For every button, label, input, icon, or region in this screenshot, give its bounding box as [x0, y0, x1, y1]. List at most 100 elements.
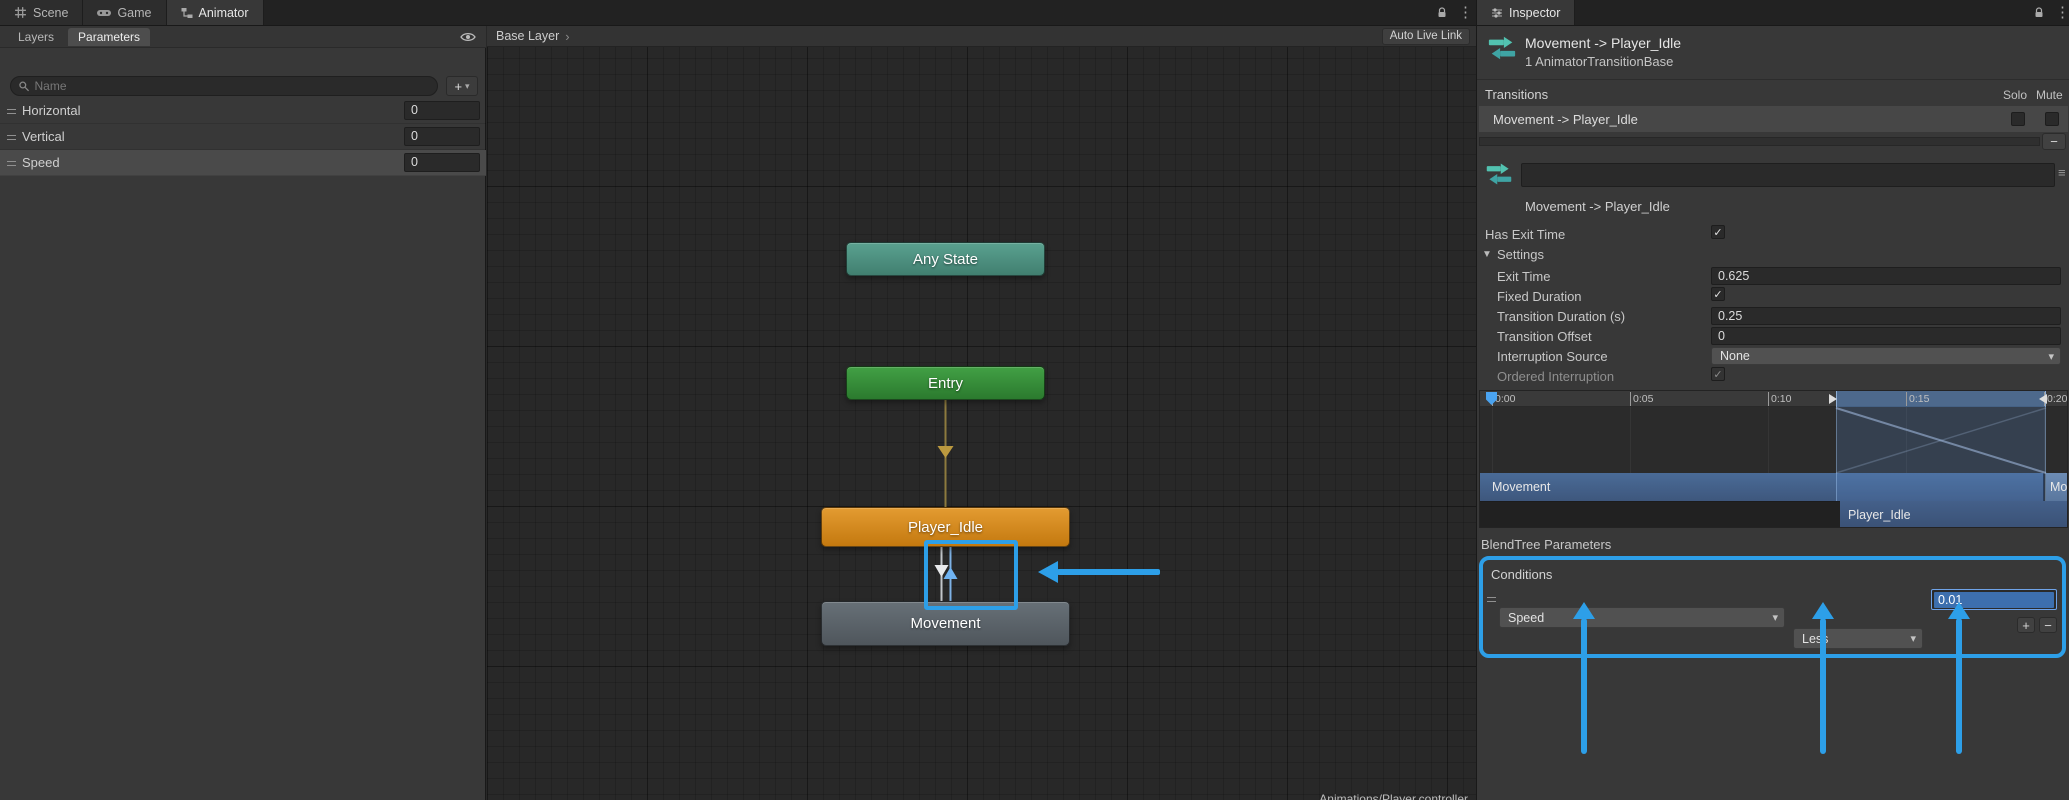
left-panel: Layers Parameters +▾ Horizontal 0 Vertic…: [0, 26, 486, 800]
annotation-rectangle: [924, 540, 1018, 610]
exit-time-label: Exit Time: [1497, 269, 1550, 284]
animator-graph[interactable]: Base Layer › Auto Live Link Any State En…: [487, 26, 1476, 800]
tab-layers[interactable]: Layers: [8, 28, 64, 46]
solo-label: Solo: [2003, 88, 2027, 102]
interruption-source-label: Interruption Source: [1497, 349, 1608, 364]
menu-icon[interactable]: ⋮: [1458, 4, 1473, 22]
tab-game[interactable]: Game: [83, 0, 166, 25]
ordered-interruption-checkbox: ✓: [1711, 367, 1725, 381]
add-parameter-button[interactable]: +▾: [446, 76, 478, 96]
inspector-subtitle: 1 AnimatorTransitionBase: [1525, 54, 1673, 69]
parameter-row-speed[interactable]: Speed 0: [0, 150, 486, 176]
transition-end-marker[interactable]: [2039, 394, 2047, 404]
search-icon: [18, 80, 30, 92]
transition-list-item[interactable]: Movement -> Player_Idle: [1479, 106, 2068, 132]
preset-icon[interactable]: ≡: [2058, 165, 2066, 180]
fixed-duration-checkbox[interactable]: ✓: [1711, 287, 1725, 301]
transition-region[interactable]: [1836, 407, 2046, 501]
annotation-arrow-shaft: [1581, 618, 1587, 754]
eye-icon[interactable]: [460, 31, 476, 46]
annotation-arrow-left-icon: [1038, 561, 1058, 583]
parameter-name: Vertical: [22, 129, 65, 144]
transition-start-marker[interactable]: [1829, 394, 1837, 404]
tick-label: 0:05: [1633, 393, 1653, 405]
ordered-interruption-label: Ordered Interruption: [1497, 369, 1614, 384]
tab-parameters[interactable]: Parameters: [68, 28, 150, 46]
transition-list-item-label: Movement -> Player_Idle: [1493, 112, 1638, 127]
annotation-arrow-shaft: [1057, 569, 1160, 575]
parameter-row-horizontal[interactable]: Horizontal 0: [0, 98, 486, 124]
parameter-search: [10, 76, 438, 96]
tab-animator[interactable]: Animator: [167, 0, 264, 25]
chevron-down-icon: ▾: [465, 81, 470, 92]
left-panel-tab-bar: Layers Parameters: [0, 26, 486, 48]
check-icon: ✓: [1713, 226, 1722, 239]
annotation-arrow-up-icon: [1948, 602, 1970, 619]
lock-icon[interactable]: [1436, 7, 1448, 22]
transition-duration-field[interactable]: 0.25: [1711, 307, 2061, 325]
annotation-arrow-up-icon: [1812, 602, 1834, 619]
settings-label[interactable]: Settings: [1497, 247, 1544, 262]
transition-icon: [1485, 160, 1513, 191]
mute-checkbox[interactable]: [2045, 112, 2059, 126]
has-exit-time-label: Has Exit Time: [1485, 227, 1565, 242]
parameter-row-vertical[interactable]: Vertical 0: [0, 124, 486, 150]
exit-time-field[interactable]: 0.625: [1711, 267, 2061, 285]
interruption-source-dropdown[interactable]: None ▾: [1711, 347, 2061, 365]
node-any-state[interactable]: Any State: [846, 242, 1045, 276]
transition-name-field[interactable]: [1521, 163, 2055, 187]
inspector-tab-bar: Inspector ⋮: [1477, 0, 2069, 26]
interruption-source-value: None: [1720, 349, 1750, 363]
remove-transition-button[interactable]: −: [2042, 133, 2066, 150]
tab-scene-label: Scene: [33, 6, 68, 20]
parameter-value-field[interactable]: 0: [404, 101, 480, 120]
inspector-title: Movement -> Player_Idle: [1525, 35, 1681, 51]
check-icon: ✓: [1713, 368, 1722, 381]
controller-path: Animations/Player.controller: [1319, 792, 1468, 800]
blendtree-parameters-label: BlendTree Parameters: [1481, 537, 1611, 552]
lock-icon[interactable]: [2033, 7, 2045, 22]
inspector-icon: [1491, 7, 1503, 19]
tab-inspector[interactable]: Inspector: [1477, 0, 1575, 25]
scene-icon: [14, 6, 27, 19]
fixed-duration-label: Fixed Duration: [1497, 289, 1582, 304]
solo-checkbox[interactable]: [2011, 112, 2025, 126]
transition-timeline[interactable]: Movement Mov Player_Idle 0:00 0:05 0:10 …: [1479, 390, 2068, 528]
transition-region-ruler[interactable]: [1836, 391, 2046, 407]
tab-scene[interactable]: Scene: [0, 0, 83, 25]
unity-editor-window: Scene Game Animator ⋮ Layers Parameters: [0, 0, 2069, 800]
has-exit-time-checkbox[interactable]: ✓: [1711, 225, 1725, 239]
tick-label: 0:20: [2047, 393, 2067, 405]
transition-detail-title: Movement -> Player_Idle: [1525, 199, 1670, 214]
transitions-section-label: Transitions: [1485, 87, 1548, 102]
annotation-arrow-up-icon: [1573, 602, 1595, 619]
animator-icon: [181, 7, 193, 19]
parameter-name: Speed: [22, 155, 60, 170]
tab-inspector-label: Inspector: [1509, 6, 1560, 20]
tick-label: 0:10: [1771, 393, 1791, 405]
transition-icon: [1487, 33, 1517, 66]
list-footer-strip: [1479, 137, 2040, 146]
chevron-down-icon: ▾: [2048, 350, 2054, 363]
menu-icon[interactable]: ⋮: [2055, 4, 2069, 22]
parameter-name: Horizontal: [22, 103, 81, 118]
annotation-arrow-shaft: [1820, 618, 1826, 754]
mute-label: Mute: [2036, 88, 2063, 102]
tab-animator-label: Animator: [199, 6, 249, 20]
transition-duration-label: Transition Duration (s): [1497, 309, 1625, 324]
settings-foldout-icon[interactable]: ▼: [1482, 249, 1492, 260]
tick-label: 0:15: [1909, 393, 1929, 405]
search-input[interactable]: [35, 79, 430, 93]
parameter-value-field[interactable]: 0: [404, 153, 480, 172]
inspector-panel: Inspector ⋮ Movement -> Player_Idle 1 An…: [1476, 0, 2069, 800]
divider: [1477, 79, 2069, 80]
transition-offset-label: Transition Offset: [1497, 329, 1592, 344]
tick-label: 0:00: [1495, 393, 1515, 405]
tab-game-label: Game: [117, 6, 151, 20]
parameter-value-field[interactable]: 0: [404, 127, 480, 146]
transition-offset-field[interactable]: 0: [1711, 327, 2061, 345]
main-tab-bar: Scene Game Animator ⋮: [0, 0, 1476, 26]
plus-icon: +: [454, 79, 462, 94]
node-entry[interactable]: Entry: [846, 366, 1045, 400]
game-icon: [97, 8, 111, 18]
